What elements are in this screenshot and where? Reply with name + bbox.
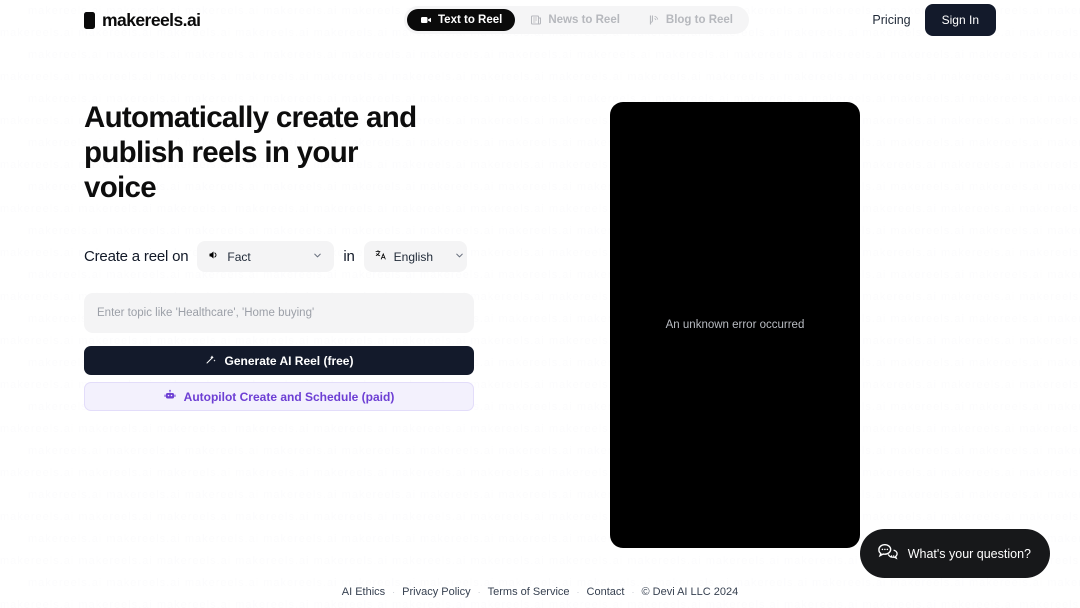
footer-separator: · bbox=[576, 587, 580, 597]
chat-bubbles-icon bbox=[876, 541, 898, 566]
chat-widget-button[interactable]: What's your question? bbox=[859, 529, 1050, 578]
rss-blog-icon bbox=[648, 14, 660, 26]
footer-link-ai-ethics[interactable]: AI Ethics bbox=[342, 586, 385, 598]
magic-wand-icon bbox=[205, 353, 217, 368]
site-header: makereels.ai Text to Reel News to Reel B… bbox=[0, 0, 1080, 40]
tab-label: News to Reel bbox=[548, 14, 620, 26]
brand-logo[interactable]: makereels.ai bbox=[84, 10, 201, 31]
newspaper-icon bbox=[530, 14, 542, 26]
brand-name: makereels.ai bbox=[102, 9, 201, 30]
in-label: in bbox=[343, 248, 355, 265]
translate-icon bbox=[375, 249, 387, 264]
hero-left-column: Automatically create and publish reels i… bbox=[84, 40, 474, 548]
sign-in-button[interactable]: Sign In bbox=[924, 4, 996, 36]
header-actions: Pricing Sign In bbox=[872, 4, 996, 36]
video-camera-icon bbox=[420, 14, 432, 26]
reel-config-row: Create a reel on Fact in English bbox=[84, 241, 474, 272]
tab-news-to-reel[interactable]: News to Reel bbox=[517, 9, 633, 31]
generate-ai-reel-button[interactable]: Generate AI Reel (free) bbox=[84, 346, 474, 375]
robot-icon bbox=[164, 389, 176, 404]
tab-label: Text to Reel bbox=[438, 14, 503, 26]
megaphone-icon bbox=[208, 249, 220, 264]
language-select[interactable]: English bbox=[363, 241, 467, 272]
tone-select[interactable]: Fact bbox=[197, 241, 335, 272]
chat-widget-label: What's your question? bbox=[907, 546, 1031, 561]
footer-link-terms-of-service[interactable]: Terms of Service bbox=[488, 586, 570, 598]
create-reel-label: Create a reel on bbox=[84, 248, 189, 265]
language-select-value: English bbox=[393, 249, 434, 264]
footer-separator: · bbox=[477, 587, 481, 597]
page-title: Automatically create and publish reels i… bbox=[84, 101, 417, 204]
reel-preview-panel[interactable]: An unknown error occurred bbox=[610, 102, 860, 548]
phone-icon bbox=[84, 11, 95, 29]
preview-error-message: An unknown error occurred bbox=[665, 319, 805, 331]
tab-label: Blog to Reel bbox=[665, 14, 733, 26]
footer-separator: · bbox=[392, 587, 396, 597]
footer-link-privacy-policy[interactable]: Privacy Policy bbox=[402, 586, 470, 598]
tab-text-to-reel[interactable]: Text to Reel bbox=[407, 9, 516, 31]
generate-button-label: Generate AI Reel (free) bbox=[224, 353, 354, 368]
footer-link-contact[interactable]: Contact bbox=[587, 586, 625, 598]
tone-select-value: Fact bbox=[227, 249, 251, 264]
tab-blog-to-reel[interactable]: Blog to Reel bbox=[635, 9, 746, 31]
footer-copyright: © Devi AI LLC 2024 bbox=[641, 586, 739, 598]
pricing-link[interactable]: Pricing bbox=[872, 13, 910, 27]
footer-separator: · bbox=[631, 587, 635, 597]
hero-right-column: An unknown error occurred bbox=[474, 40, 996, 548]
chevron-down-icon bbox=[298, 249, 323, 264]
chevron-down-icon bbox=[440, 249, 465, 264]
autopilot-button-label: Autopilot Create and Schedule (paid) bbox=[183, 389, 395, 404]
site-footer: AI Ethics · Privacy Policy · Terms of Se… bbox=[0, 586, 1080, 598]
topic-input[interactable] bbox=[84, 293, 474, 333]
mode-switch: Text to Reel News to Reel Blog to Reel bbox=[404, 6, 749, 34]
main-content: Automatically create and publish reels i… bbox=[0, 40, 1080, 548]
autopilot-button[interactable]: Autopilot Create and Schedule (paid) bbox=[84, 382, 474, 411]
